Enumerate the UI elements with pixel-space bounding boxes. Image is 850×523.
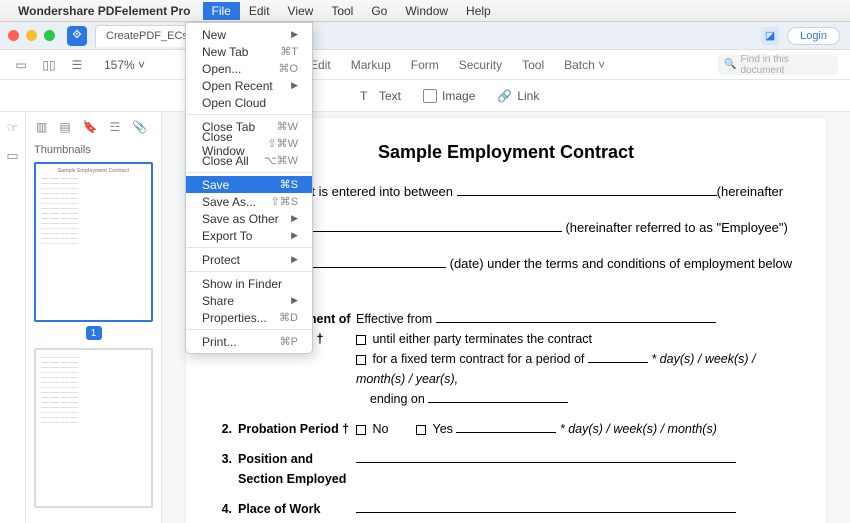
zoom-level[interactable]: 157% ˅ — [104, 58, 145, 72]
ribbon-tabs: Edit Markup Form Security Tool Batch ˅ — [310, 58, 605, 72]
thumbnails-icon[interactable]: ▥ — [36, 120, 47, 134]
traffic-lights — [8, 30, 55, 41]
menu-item-new[interactable]: New▶ — [186, 26, 312, 43]
section-row: 4. Place of Work — [216, 499, 796, 519]
checkbox-icon — [356, 335, 366, 345]
bookmark-icon[interactable]: 🔖 — [83, 120, 98, 134]
menu-help[interactable]: Help — [457, 2, 500, 20]
menu-edit[interactable]: Edit — [240, 2, 279, 20]
thumbnails-label: Thumbnails — [34, 144, 153, 156]
ribbon-markup[interactable]: Markup — [351, 58, 391, 72]
ribbon-batch[interactable]: Batch ˅ — [564, 58, 605, 72]
menu-item-close-window[interactable]: Close Window⇧⌘W — [186, 135, 312, 152]
fullscreen-window-icon[interactable] — [44, 30, 55, 41]
select-tool-icon[interactable]: ▭ — [6, 148, 18, 164]
ribbon-form[interactable]: Form — [411, 58, 439, 72]
menu-item-share[interactable]: Share▶ — [186, 292, 312, 309]
menu-item-new-tab[interactable]: New Tab⌘T — [186, 43, 312, 60]
left-tool-strip: ☞ ▭ — [0, 112, 26, 523]
menu-item-print[interactable]: Print...⌘P — [186, 333, 312, 350]
page-view-icon[interactable]: ▭ — [12, 58, 30, 72]
edit-subtoolbar: TText Image 🔗Link — [0, 80, 850, 112]
thumbnails-panel: ▥ ▤ 🔖 ☲ 📎 Thumbnails Sample Employment C… — [26, 112, 162, 523]
menu-item-export-to[interactable]: Export To▶ — [186, 227, 312, 244]
menu-item-properties[interactable]: Properties...⌘D — [186, 309, 312, 326]
menu-item-open[interactable]: Open...⌘O — [186, 60, 312, 77]
ribbon-edit[interactable]: Edit — [310, 58, 331, 72]
menu-item-protect[interactable]: Protect▶ — [186, 251, 312, 268]
search-input[interactable]: 🔍 Find in this document — [718, 55, 838, 75]
search-placeholder: Find in this document — [740, 54, 832, 76]
page-number-badge: 1 — [86, 326, 102, 340]
link-icon: 🔗 — [497, 89, 512, 103]
menu-go[interactable]: Go — [362, 2, 396, 20]
text-icon: T — [360, 89, 374, 103]
menu-item-save[interactable]: Save⌘S — [186, 176, 312, 193]
add-text-button[interactable]: TText — [360, 89, 401, 103]
checkbox-icon — [356, 355, 366, 365]
menu-item-open-cloud[interactable]: Open Cloud — [186, 94, 312, 111]
hand-tool-icon[interactable]: ☞ — [7, 120, 19, 136]
account-icon[interactable]: ◪ — [761, 27, 779, 45]
add-image-button[interactable]: Image — [423, 89, 475, 103]
menu-item-save-as[interactable]: Save As...⇧⌘S — [186, 193, 312, 210]
close-window-icon[interactable] — [8, 30, 19, 41]
section-row: 3. Position and Section Employed — [216, 449, 796, 489]
checkbox-icon — [356, 425, 366, 435]
app-name: Wondershare PDFelement Pro — [18, 4, 191, 18]
image-icon — [423, 89, 437, 103]
minimize-window-icon[interactable] — [26, 30, 37, 41]
add-link-button[interactable]: 🔗Link — [497, 89, 539, 103]
outline-icon[interactable]: ▤ — [59, 120, 70, 134]
ribbon-tool[interactable]: Tool — [522, 58, 544, 72]
macos-menubar: Wondershare PDFelement Pro File Edit Vie… — [0, 0, 850, 22]
main-toolbar: ▭ ▯▯ ☰ 157% ˅ Edit Markup Form Security … — [0, 50, 850, 80]
page-thumbnail-2[interactable]: ─── ─── ─── ────── ─── ─── ────── ─── ──… — [34, 348, 153, 508]
menu-item-open-recent[interactable]: Open Recent▶ — [186, 77, 312, 94]
menu-item-show-in-finder[interactable]: Show in Finder — [186, 275, 312, 292]
menu-view[interactable]: View — [279, 2, 323, 20]
login-button[interactable]: Login — [787, 27, 840, 45]
app-logo-icon: ⟐ — [67, 26, 87, 46]
menu-file[interactable]: File — [203, 2, 240, 20]
continuous-view-icon[interactable]: ☰ — [68, 58, 86, 72]
page-thumbnail-1[interactable]: Sample Employment Contract ─── ─── ─── ─… — [34, 162, 153, 322]
menu-window[interactable]: Window — [396, 2, 457, 20]
main-area: ☞ ▭ ▥ ▤ 🔖 ☲ 📎 Thumbnails Sample Employme… — [0, 112, 850, 523]
checkbox-icon — [416, 425, 426, 435]
menu-item-save-as-other[interactable]: Save as Other▶ — [186, 210, 312, 227]
comments-icon[interactable]: ☲ — [110, 120, 121, 134]
menu-tool[interactable]: Tool — [322, 2, 362, 20]
search-icon: 🔍 — [724, 59, 736, 70]
section-row: 2. Probation Period † No Yes * day(s) / … — [216, 419, 796, 439]
two-page-view-icon[interactable]: ▯▯ — [40, 58, 58, 72]
attachments-icon[interactable]: 📎 — [132, 120, 147, 134]
file-menu-dropdown: New▶New Tab⌘TOpen...⌘OOpen Recent▶Open C… — [185, 22, 313, 354]
ribbon-security[interactable]: Security — [459, 58, 502, 72]
window-titlebar: ⟐ CreatePDF_ECsample c × 2 × + ◪ Login — [0, 22, 850, 50]
